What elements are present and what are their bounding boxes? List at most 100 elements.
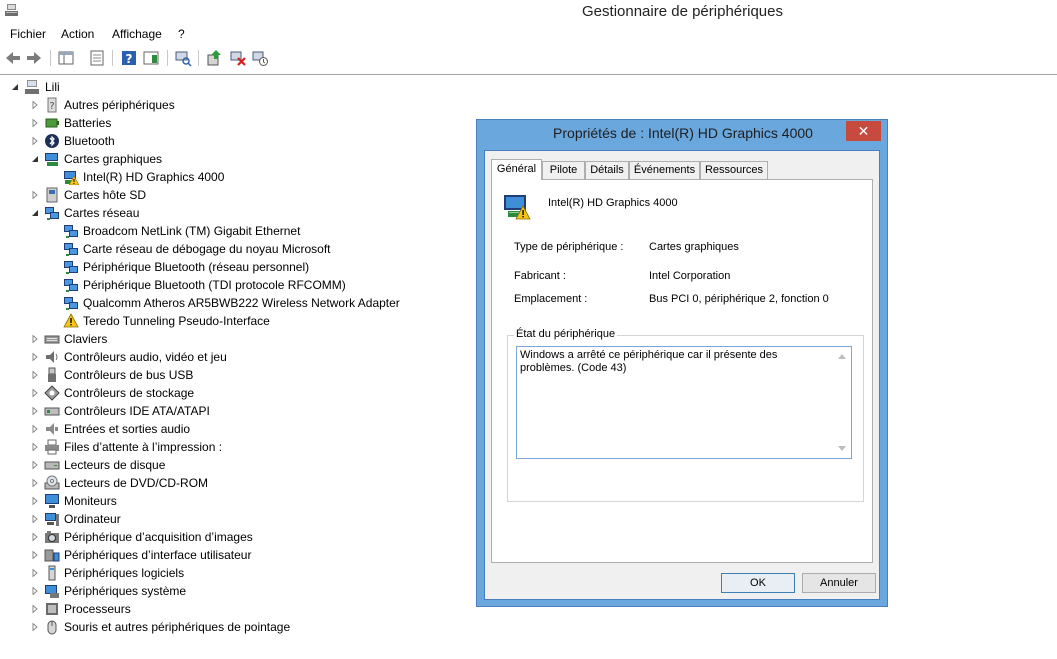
general-tab-page: Intel(R) HD Graphics 4000 Type de périph…: [491, 179, 873, 563]
expand-arrow-icon[interactable]: [31, 101, 39, 109]
expand-arrow-icon[interactable]: [31, 587, 39, 595]
tree-root-label: Lili: [45, 80, 60, 94]
scroll-up-icon[interactable]: [838, 354, 846, 359]
device-status-textbox[interactable]: Windows a arrêté ce périphérique car il …: [516, 346, 852, 459]
audio-io-icon: [46, 423, 58, 435]
ide-controller-icon: [44, 407, 60, 416]
tree-label: Contrôleurs IDE ATA/ATAPI: [64, 404, 210, 418]
device-name: Intel(R) HD Graphics 4000: [548, 197, 678, 209]
update-driver-icon[interactable]: [205, 49, 223, 67]
scroll-down-icon[interactable]: [838, 446, 846, 451]
svg-text:?: ?: [49, 101, 54, 112]
manufacturer-value: Intel Corporation: [649, 270, 731, 282]
expand-arrow-icon[interactable]: [31, 335, 39, 343]
expand-arrow-icon[interactable]: [31, 389, 39, 397]
device-type-label: Type de périphérique :: [514, 241, 624, 253]
properties-icon[interactable]: [88, 49, 106, 67]
expand-arrow-icon[interactable]: [31, 425, 39, 433]
network-adapter-icon: [64, 243, 78, 256]
tab-details[interactable]: Détails: [585, 161, 629, 179]
computer-icon: [45, 513, 59, 526]
title-bar: Gestionnaire de périphériques: [0, 0, 1057, 24]
show-hide-console-tree-icon[interactable]: [57, 49, 75, 67]
tree-label: Bluetooth: [64, 134, 115, 148]
display-adapter-warning-icon: [504, 195, 531, 220]
tree-label: Périphérique Bluetooth (TDI protocole RF…: [83, 278, 346, 292]
expand-arrow-icon[interactable]: [31, 407, 39, 415]
tree-label: Intel(R) HD Graphics 4000: [83, 170, 225, 184]
expand-arrow-icon[interactable]: [31, 371, 39, 379]
expand-arrow-icon[interactable]: [31, 461, 39, 469]
tree-label: Cartes réseau: [64, 206, 140, 220]
properties-dialog: Propriétés de : Intel(R) HD Graphics 400…: [476, 119, 888, 607]
forward-arrow-icon[interactable]: [25, 49, 43, 67]
dialog-title: Propriétés de : Intel(R) HD Graphics 400…: [553, 125, 813, 141]
scan-hardware-icon[interactable]: [174, 49, 192, 67]
tree-label: Cartes graphiques: [64, 152, 163, 166]
expand-arrow-icon[interactable]: [31, 515, 39, 523]
tree-label: Batteries: [64, 116, 112, 130]
location-value: Bus PCI 0, périphérique 2, fonction 0: [649, 293, 829, 305]
tree-label: Périphériques d’interface utilisateur: [64, 548, 252, 562]
menu-action[interactable]: Action: [61, 26, 94, 42]
back-arrow-icon[interactable]: [4, 49, 22, 67]
tree-label: Souris et autres périphériques de pointa…: [64, 620, 291, 634]
toolbar-separator: [167, 50, 168, 66]
menu-bar: Fichier Action Affichage ?: [0, 24, 1057, 44]
tree-label: Lecteurs de DVD/CD-ROM: [64, 476, 209, 490]
warning-icon: [63, 313, 79, 328]
device-status-title: État du périphérique: [514, 328, 618, 340]
expand-arrow-icon[interactable]: [31, 605, 39, 613]
expand-arrow-icon[interactable]: [31, 569, 39, 577]
network-adapter-icon: [64, 279, 78, 292]
help-icon[interactable]: ?: [120, 49, 138, 67]
svg-text:?: ?: [126, 52, 133, 66]
uninstall-icon[interactable]: [229, 49, 247, 67]
expand-arrow-icon[interactable]: [31, 137, 39, 145]
collapse-arrow-icon[interactable]: [11, 83, 19, 91]
system-device-icon: [45, 585, 59, 598]
printer-icon: [45, 439, 59, 455]
storage-controller-icon: [44, 385, 60, 401]
tree-label: Broadcom NetLink (TM) Gigabit Ethernet: [83, 224, 301, 238]
tab-general[interactable]: Général: [491, 159, 542, 180]
expand-arrow-icon[interactable]: [31, 353, 39, 361]
tab-ressources[interactable]: Ressources: [700, 161, 768, 179]
expand-arrow-icon[interactable]: [31, 191, 39, 199]
mouse-icon: [47, 620, 57, 635]
tree-label: Contrôleurs audio, vidéo et jeu: [64, 350, 227, 364]
device-status-group: État du périphérique Windows a arrêté ce…: [507, 328, 864, 502]
bluetooth-icon: [45, 134, 59, 148]
network-adapter-icon: [64, 225, 78, 238]
tree-label: Contrôleurs de bus USB: [64, 368, 194, 382]
tree-label: Ordinateur: [64, 512, 121, 526]
tree-label: Carte réseau de débogage du noyau Micros…: [83, 242, 331, 256]
menu-fichier[interactable]: Fichier: [10, 26, 46, 42]
menu-help[interactable]: ?: [178, 26, 185, 42]
expand-arrow-icon[interactable]: [31, 443, 39, 451]
battery-icon: [45, 118, 59, 128]
expand-arrow-icon[interactable]: [31, 623, 39, 631]
expand-arrow-icon[interactable]: [31, 497, 39, 505]
expand-arrow-icon[interactable]: [31, 479, 39, 487]
tree-label: Files d’attente à l’impression :: [64, 440, 223, 454]
collapse-arrow-icon[interactable]: [31, 209, 39, 217]
software-device-icon: [48, 565, 56, 581]
action-pane-icon[interactable]: [142, 49, 160, 67]
collapse-arrow-icon[interactable]: [31, 155, 39, 163]
location-label: Emplacement :: [514, 293, 588, 305]
tab-evenements[interactable]: Événements: [629, 161, 700, 179]
status-scrollbar[interactable]: [835, 348, 850, 457]
tab-pilote[interactable]: Pilote: [542, 161, 585, 179]
close-button[interactable]: ✕: [846, 121, 881, 141]
toolbar-separator: [112, 50, 113, 66]
disable-icon[interactable]: [251, 49, 269, 67]
expand-arrow-icon[interactable]: [31, 551, 39, 559]
menu-affichage[interactable]: Affichage: [112, 26, 162, 42]
computer-icon: [25, 80, 39, 94]
expand-arrow-icon[interactable]: [31, 119, 39, 127]
ok-button[interactable]: OK: [721, 573, 795, 593]
window-title: Gestionnaire de périphériques: [582, 3, 783, 20]
cancel-button[interactable]: Annuler: [802, 573, 876, 593]
expand-arrow-icon[interactable]: [31, 533, 39, 541]
